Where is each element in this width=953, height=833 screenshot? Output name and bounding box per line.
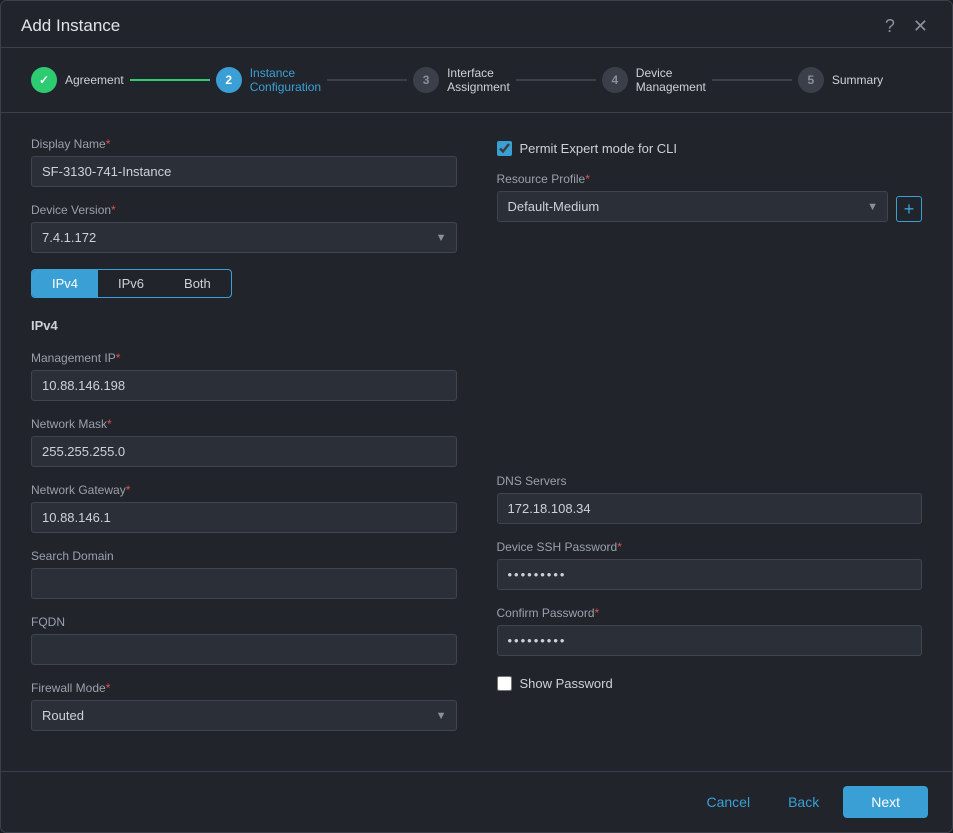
fqdn-group: FQDN <box>31 615 457 665</box>
management-ip-group: Management IP* <box>31 351 457 401</box>
step-3: 3 InterfaceAssignment <box>413 66 510 94</box>
resource-profile-row: Default-Medium Default-Small Default-Lar… <box>497 191 923 222</box>
step-1-circle: ✓ <box>31 67 57 93</box>
fqdn-input[interactable] <box>31 634 457 665</box>
header-icons: ? ✕ <box>881 15 932 37</box>
step-1-label: Agreement <box>65 73 124 87</box>
close-button[interactable]: ✕ <box>909 15 932 37</box>
resource-profile-select-wrap: Default-Medium Default-Small Default-Lar… <box>497 191 889 222</box>
step-3-circle: 3 <box>413 67 439 93</box>
display-name-input[interactable] <box>31 156 457 187</box>
firewall-mode-group: Firewall Mode* Routed Transparent ▼ <box>31 681 457 731</box>
show-password-row: Show Password <box>497 676 923 691</box>
device-version-group: Device Version* 7.4.1.172 7.4.0.0 7.3.0.… <box>31 203 457 253</box>
management-ip-input[interactable] <box>31 370 457 401</box>
display-name-label: Display Name* <box>31 137 457 151</box>
resource-profile-group: Resource Profile* Default-Medium Default… <box>497 172 923 222</box>
confirm-password-group: Confirm Password* <box>497 606 923 656</box>
right-column: Permit Expert mode for CLI Resource Prof… <box>497 137 923 747</box>
tab-both[interactable]: Both <box>164 270 231 297</box>
dns-servers-input[interactable] <box>497 493 923 524</box>
next-button[interactable]: Next <box>843 786 928 818</box>
network-mask-input[interactable] <box>31 436 457 467</box>
display-name-group: Display Name* <box>31 137 457 187</box>
ip-tabs: IPv4 IPv6 Both <box>31 269 232 298</box>
fqdn-label: FQDN <box>31 615 457 629</box>
connector-3-4 <box>516 79 596 81</box>
confirm-password-input[interactable] <box>497 625 923 656</box>
add-instance-modal: Add Instance ? ✕ ✓ Agreement 2 InstanceC… <box>0 0 953 833</box>
modal-content: Display Name* Device Version* 7.4.1.172 … <box>1 113 952 771</box>
show-password-checkbox[interactable] <box>497 676 512 691</box>
permit-expert-row: Permit Expert mode for CLI <box>497 141 923 156</box>
modal-header: Add Instance ? ✕ <box>1 1 952 48</box>
network-gateway-input[interactable] <box>31 502 457 533</box>
device-version-label: Device Version* <box>31 203 457 217</box>
connector-2-3 <box>327 79 407 81</box>
left-column: Display Name* Device Version* 7.4.1.172 … <box>31 137 457 747</box>
dns-servers-label: DNS Servers <box>497 474 923 488</box>
device-ssh-password-input[interactable] <box>497 559 923 590</box>
step-4-circle: 4 <box>602 67 628 93</box>
network-mask-label: Network Mask* <box>31 417 457 431</box>
tab-ipv6[interactable]: IPv6 <box>98 270 164 297</box>
network-mask-group: Network Mask* <box>31 417 457 467</box>
connector-4-5 <box>712 79 792 81</box>
step-4-label: DeviceManagement <box>636 66 706 94</box>
connector-1-2 <box>130 79 210 81</box>
back-button[interactable]: Back <box>774 786 833 818</box>
stepper: ✓ Agreement 2 InstanceConfiguration 3 In… <box>1 48 952 113</box>
firewall-mode-select[interactable]: Routed Transparent <box>31 700 457 731</box>
device-ssh-password-label: Device SSH Password* <box>497 540 923 554</box>
confirm-password-label: Confirm Password* <box>497 606 923 620</box>
device-version-select[interactable]: 7.4.1.172 7.4.0.0 7.3.0.0 <box>31 222 457 253</box>
ip-tabs-container: IPv4 IPv6 Both <box>31 269 457 302</box>
ipv4-section-label: IPv4 <box>31 318 457 333</box>
cancel-button[interactable]: Cancel <box>692 786 764 818</box>
firewall-mode-select-wrap: Routed Transparent ▼ <box>31 700 457 731</box>
add-resource-profile-button[interactable]: + <box>896 196 922 222</box>
search-domain-group: Search Domain <box>31 549 457 599</box>
modal-title: Add Instance <box>21 16 120 36</box>
firewall-mode-label: Firewall Mode* <box>31 681 457 695</box>
network-gateway-group: Network Gateway* <box>31 483 457 533</box>
step-4: 4 DeviceManagement <box>602 66 706 94</box>
step-3-label: InterfaceAssignment <box>447 66 510 94</box>
help-button[interactable]: ? <box>881 15 899 37</box>
step-5-label: Summary <box>832 73 883 87</box>
search-domain-label: Search Domain <box>31 549 457 563</box>
search-domain-input[interactable] <box>31 568 457 599</box>
management-ip-label: Management IP* <box>31 351 457 365</box>
resource-profile-label: Resource Profile* <box>497 172 923 186</box>
step-2-circle: 2 <box>216 67 242 93</box>
device-version-select-wrap: 7.4.1.172 7.4.0.0 7.3.0.0 ▼ <box>31 222 457 253</box>
tab-ipv4[interactable]: IPv4 <box>32 270 98 297</box>
resource-profile-select[interactable]: Default-Medium Default-Small Default-Lar… <box>497 191 889 222</box>
spacer <box>497 238 923 458</box>
show-password-label[interactable]: Show Password <box>520 676 613 691</box>
step-1: ✓ Agreement <box>31 67 124 93</box>
dns-servers-group: DNS Servers <box>497 474 923 524</box>
device-ssh-password-group: Device SSH Password* <box>497 540 923 590</box>
permit-expert-checkbox[interactable] <box>497 141 512 156</box>
step-2: 2 InstanceConfiguration <box>216 66 321 94</box>
network-gateway-label: Network Gateway* <box>31 483 457 497</box>
step-5: 5 Summary <box>798 67 883 93</box>
modal-footer: Cancel Back Next <box>1 771 952 832</box>
step-5-circle: 5 <box>798 67 824 93</box>
permit-expert-label[interactable]: Permit Expert mode for CLI <box>520 141 678 156</box>
step-2-label: InstanceConfiguration <box>250 66 321 94</box>
